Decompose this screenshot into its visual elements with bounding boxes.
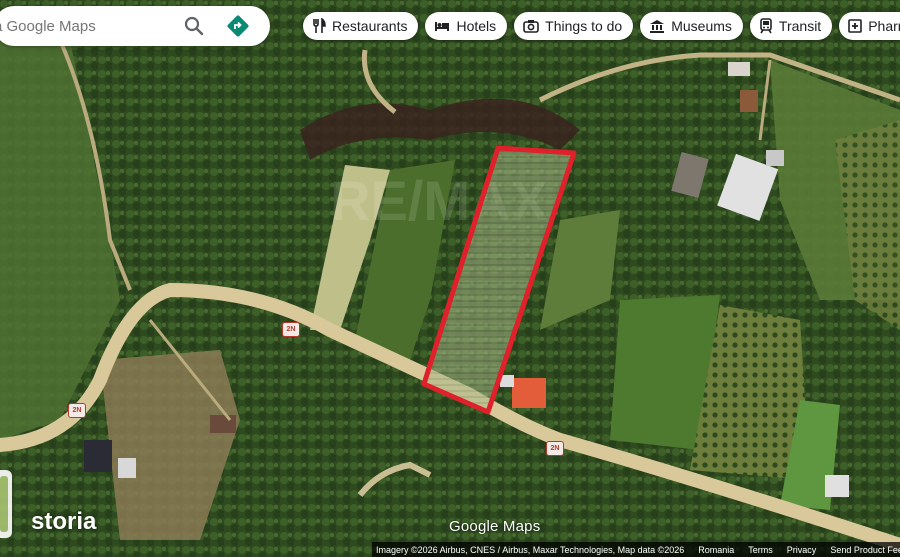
chip-label: Transit [778, 18, 822, 34]
chip-things-to-do[interactable]: Things to do [514, 12, 634, 40]
search-input[interactable] [0, 16, 174, 36]
road-badge-2n: 2N [282, 322, 300, 337]
thumbnail-handle[interactable] [0, 470, 12, 538]
google-maps-logo: Google Maps [449, 518, 541, 535]
chip-label: Restaurants [332, 18, 408, 34]
museum-icon [650, 20, 665, 33]
satellite-map[interactable]: RE/MAX [0, 0, 900, 557]
chip-museums[interactable]: Museums [640, 12, 743, 40]
chip-label: Things to do [545, 18, 623, 34]
chip-pharmacy[interactable]: Pharm [839, 12, 900, 40]
fork-knife-icon [313, 18, 326, 33]
feedback-link[interactable]: Send Product Feedback [830, 545, 900, 555]
map-footer: Imagery ©2026 Airbus, CNES / Airbus, Max… [372, 542, 900, 557]
privacy-link[interactable]: Privacy [787, 545, 817, 555]
terms-link[interactable]: Terms [748, 545, 773, 555]
attribution-text: Imagery ©2026 Airbus, CNES / Airbus, Max… [376, 544, 685, 555]
directions-icon[interactable] [226, 14, 250, 38]
category-chips: Restaurants Hotels Things to do Museums … [303, 12, 900, 40]
chip-transit[interactable]: Transit [749, 12, 833, 40]
search-icon[interactable] [182, 14, 206, 38]
bed-icon [435, 22, 450, 31]
camera-icon [523, 20, 539, 33]
road-badge-2n: 2N [546, 441, 564, 456]
chip-restaurants[interactable]: Restaurants [303, 12, 419, 40]
chip-label: Pharm [868, 18, 900, 34]
chip-label: Museums [671, 18, 732, 34]
country-label: Romania [698, 544, 735, 555]
pharmacy-icon [848, 19, 863, 33]
chip-label: Hotels [456, 18, 497, 34]
road-badge-2n: 2N [68, 403, 86, 418]
storia-watermark: storia [31, 508, 97, 535]
search-bar[interactable] [0, 6, 270, 46]
chip-hotels[interactable]: Hotels [425, 12, 508, 40]
train-icon [760, 18, 772, 34]
